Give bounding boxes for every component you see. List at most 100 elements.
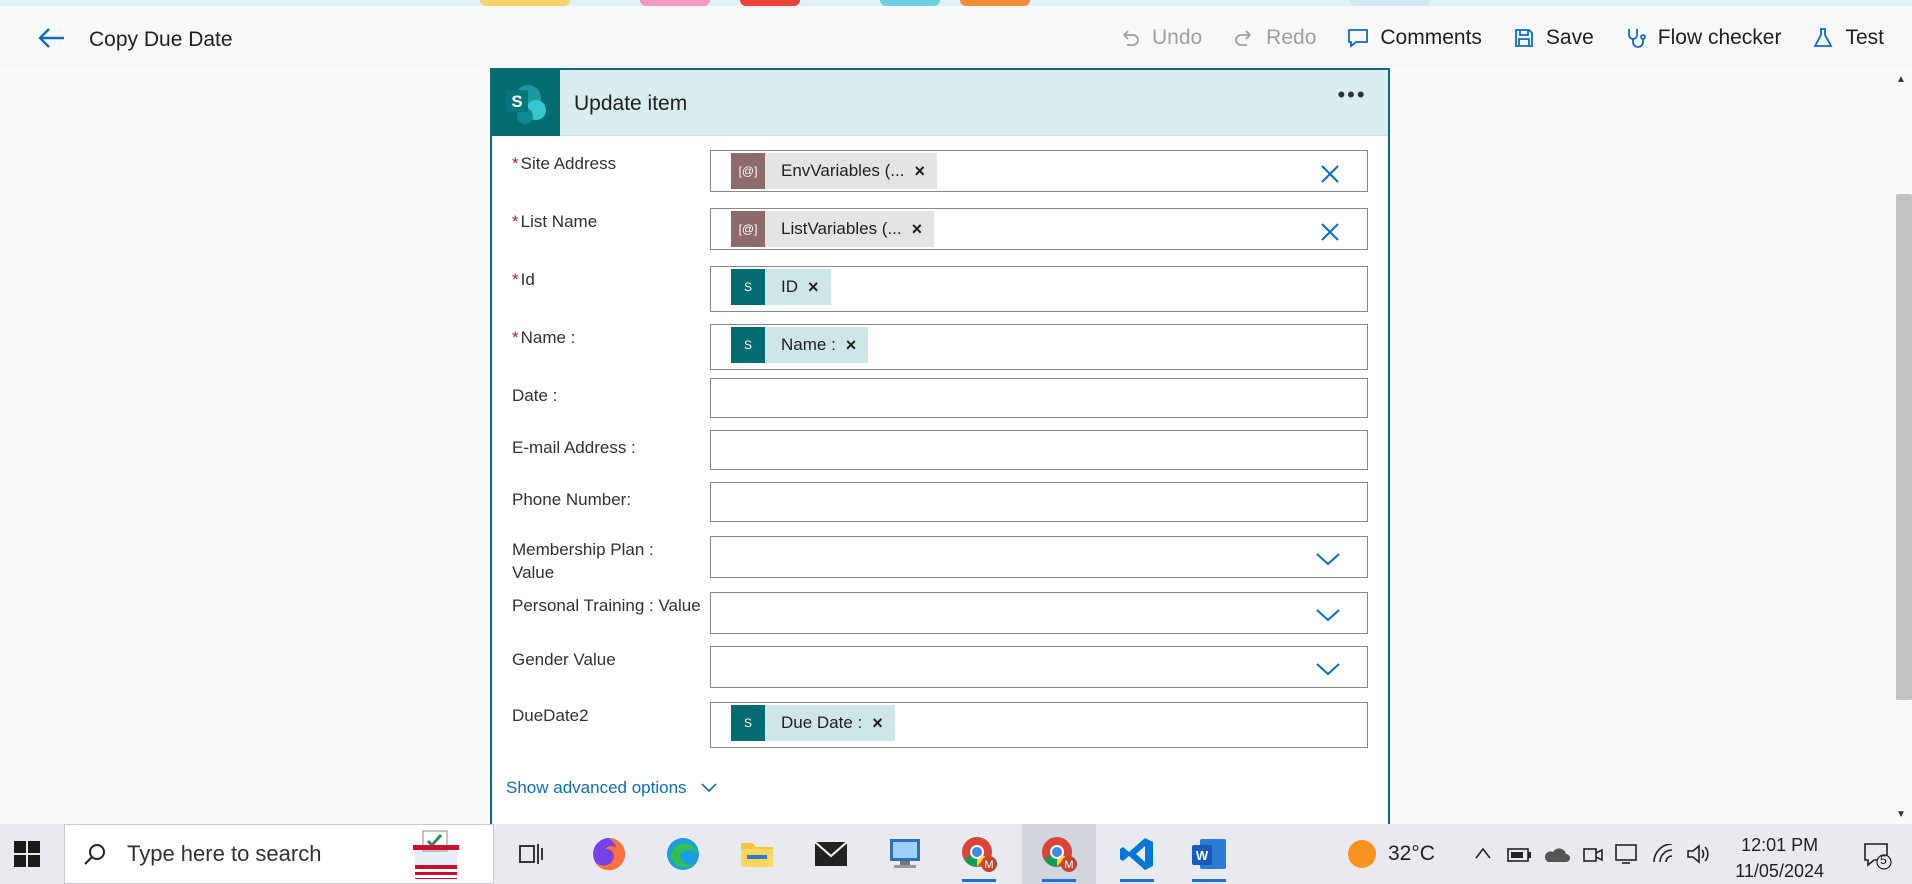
token-label: Name : (781, 335, 836, 354)
name-field[interactable]: S Name : × (710, 324, 1368, 370)
flow-checker-label: Flow checker (1657, 26, 1782, 49)
token-label: EnvVariables (... (781, 161, 905, 180)
id-label: * Id (512, 270, 535, 289)
remove-token-icon[interactable]: × (872, 713, 895, 734)
vertical-scrollbar[interactable]: ▲ ▼ (1890, 68, 1912, 824)
notification-center-icon[interactable]: 5 (1862, 840, 1892, 870)
chevron-down-icon (1316, 663, 1340, 676)
wifi-icon[interactable] (1652, 844, 1674, 864)
membership-plan-dropdown[interactable] (710, 536, 1368, 578)
redo-label: Redo (1266, 26, 1317, 49)
clock[interactable]: 12:01 PM 11/05/2024 (1735, 832, 1824, 884)
search-icon (84, 844, 105, 865)
taskbar-search-box[interactable]: Type here to search (64, 824, 494, 884)
chrome-profile-m-icon[interactable]: M (942, 824, 1016, 884)
clear-icon[interactable] (1319, 163, 1341, 185)
system-tray: 32°C (1346, 824, 1435, 884)
display-icon[interactable] (1614, 842, 1638, 866)
save-button[interactable]: Save (1512, 26, 1594, 50)
top-bar: Copy Due Date Undo Redo Comments Save Fl… (0, 6, 1912, 68)
duedate2-label: DueDate2 (512, 706, 589, 725)
windows-start-icon[interactable] (0, 824, 54, 884)
file-explorer-icon[interactable] (720, 824, 794, 884)
duedate2-field[interactable]: S Due Date : × (710, 702, 1368, 748)
name-label: * Name : (512, 328, 576, 347)
comment-icon (1348, 29, 1369, 48)
required-marker: * (512, 270, 519, 289)
id-field[interactable]: S ID × (710, 266, 1368, 312)
sharepoint-icon: S (731, 327, 765, 363)
edge-icon[interactable] (646, 824, 720, 884)
scroll-down-icon[interactable]: ▼ (1896, 809, 1906, 820)
show-advanced-label: Show advanced options (506, 778, 687, 797)
comments-button[interactable]: Comments (1346, 26, 1482, 50)
redo-button[interactable]: Redo (1232, 26, 1316, 50)
battery-icon[interactable] (1506, 844, 1532, 864)
site-address-label: * Site Address (512, 154, 617, 173)
vscode-icon[interactable] (1100, 824, 1174, 884)
personal-training-dropdown[interactable] (710, 592, 1368, 634)
search-placeholder: Type here to search (127, 841, 322, 866)
membership-plan-label: Membership Plan : Value (512, 540, 654, 582)
onedrive-cloud-icon[interactable] (1542, 844, 1570, 864)
due-date-token[interactable]: S Due Date : × (731, 705, 895, 741)
undo-button[interactable]: Undo (1118, 26, 1202, 50)
variable-icon: [@] (731, 211, 765, 247)
envvariables-token[interactable]: [@] EnvVariables (... × (731, 153, 937, 189)
clear-icon[interactable] (1319, 221, 1341, 243)
clock-date: 11/05/2024 (1735, 861, 1824, 881)
svg-text:W: W (1196, 848, 1209, 863)
chevron-up-icon[interactable] (1474, 846, 1492, 860)
meet-now-icon[interactable] (1582, 844, 1604, 866)
id-token[interactable]: S ID × (731, 269, 831, 305)
firefox-icon[interactable] (572, 824, 646, 884)
date-label: Date : (512, 386, 558, 405)
remove-token-icon[interactable]: × (846, 335, 869, 356)
sharepoint-icon: S (731, 705, 765, 741)
svg-text:M: M (984, 859, 993, 871)
more-options-icon[interactable]: ••• (1334, 84, 1370, 114)
show-advanced-options-link[interactable]: Show advanced options (506, 778, 717, 798)
gender-label: Gender Value (512, 650, 616, 669)
volume-icon[interactable] (1686, 844, 1710, 864)
back-arrow-icon[interactable] (36, 26, 66, 50)
gender-dropdown[interactable] (710, 646, 1368, 688)
undo-icon (1123, 30, 1139, 46)
remove-token-icon[interactable]: × (912, 219, 935, 240)
word-icon[interactable]: W (1172, 824, 1246, 884)
temperature[interactable]: 32°C (1388, 842, 1435, 866)
chrome-active-profile-m-icon[interactable]: M (1022, 824, 1096, 884)
personal-training-label: Personal Training : Value (512, 596, 701, 615)
card-header[interactable]: S Update item ••• (492, 70, 1388, 136)
phone-input[interactable] (710, 482, 1368, 522)
listvariables-token[interactable]: [@] ListVariables (... × (731, 211, 935, 247)
site-address-field[interactable]: [@] EnvVariables (... × (710, 150, 1368, 192)
chevron-down-icon (1316, 609, 1340, 622)
remove-token-icon[interactable]: × (808, 277, 831, 298)
mail-icon[interactable] (794, 824, 868, 884)
flow-checker-button[interactable]: Flow checker (1624, 26, 1782, 50)
weather-sun-icon[interactable] (1346, 838, 1378, 870)
sharepoint-icon: S (731, 269, 765, 305)
required-marker: * (512, 328, 519, 347)
email-input[interactable] (710, 430, 1368, 470)
token-label: ID (781, 277, 798, 296)
comments-label: Comments (1380, 26, 1482, 49)
save-label: Save (1545, 26, 1594, 49)
sharepoint-connector-icon: S (492, 70, 560, 136)
task-view-icon[interactable] (494, 824, 568, 884)
stethoscope-icon (1627, 29, 1646, 48)
remove-token-icon[interactable]: × (914, 161, 937, 182)
date-input[interactable] (710, 378, 1368, 418)
name-token[interactable]: S Name : × (731, 327, 869, 363)
remote-desktop-icon[interactable] (868, 824, 942, 884)
list-name-field[interactable]: [@] ListVariables (... × (710, 208, 1368, 250)
save-icon (1515, 29, 1533, 47)
scroll-up-icon[interactable]: ▲ (1896, 74, 1906, 85)
scrollbar-thumb[interactable] (1896, 194, 1912, 700)
command-bar: Undo Redo Comments Save Flow checker Tes… (1118, 18, 1884, 58)
token-label: ListVariables (... (781, 219, 902, 238)
phone-label: Phone Number: (512, 490, 632, 509)
test-button[interactable]: Test (1811, 26, 1884, 50)
flow-title: Copy Due Date (89, 28, 233, 51)
